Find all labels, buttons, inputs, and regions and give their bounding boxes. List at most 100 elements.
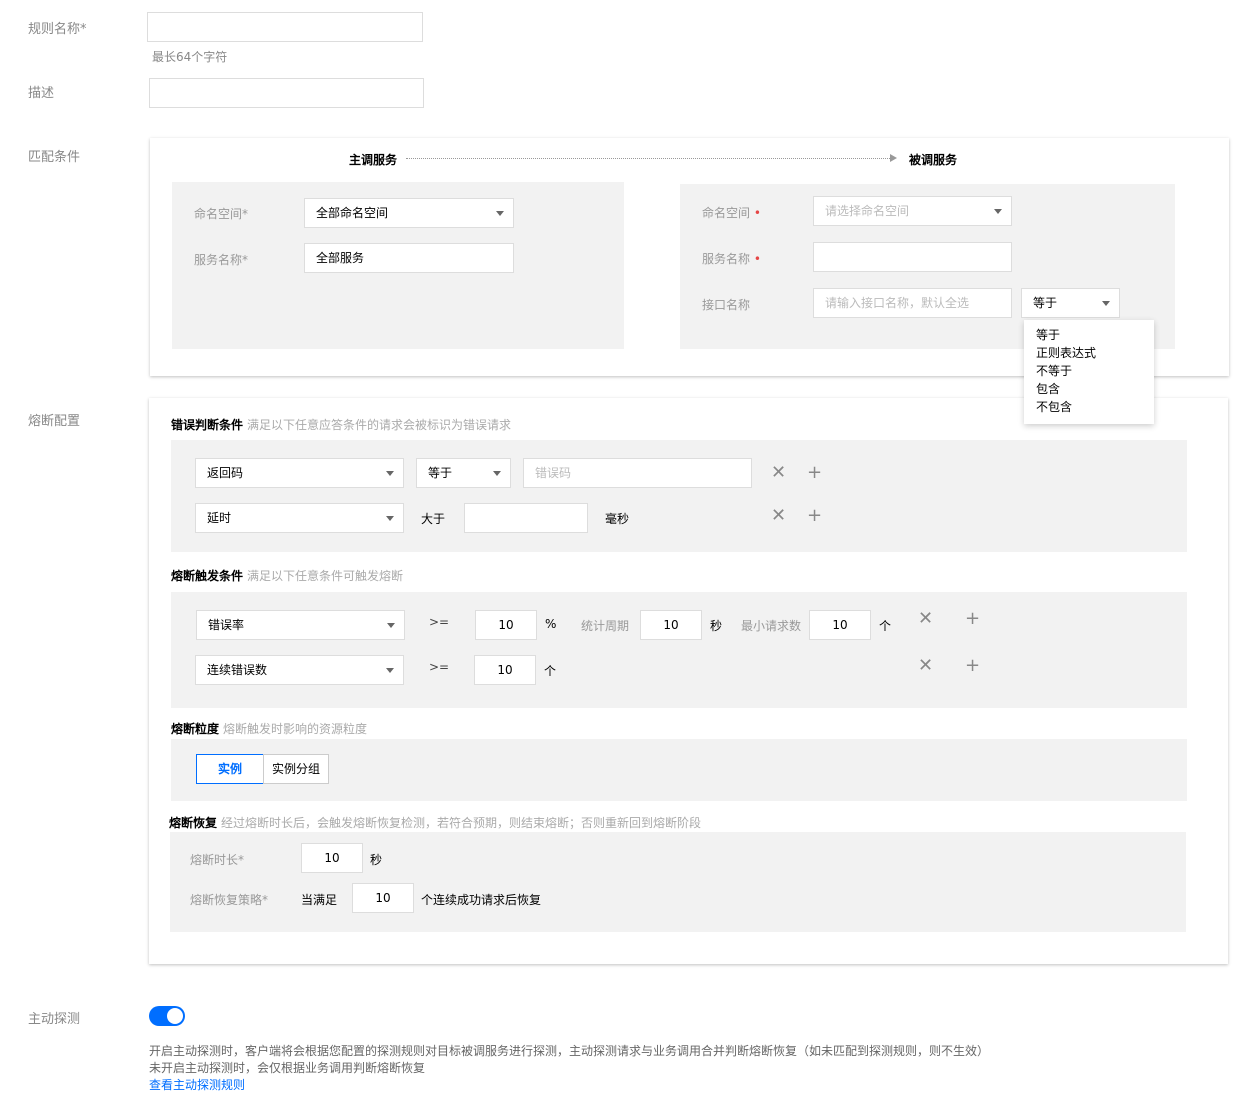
callee-namespace-select[interactable]: 请选择命名空间 [813, 196, 1012, 226]
chevron-down-icon [493, 471, 501, 476]
active-probe-link[interactable]: 查看主动探测规则 [149, 1076, 245, 1093]
min-requests-input[interactable]: 10 [809, 610, 871, 640]
operator-option[interactable]: 不等于 [1024, 362, 1154, 380]
recovery-title: 熔断恢复 经过熔断时长后，会触发熔断恢复检测，若符合预期，则结束熔断；否则重新回到… [169, 814, 701, 831]
caller-service-label: 服务名称* [194, 253, 249, 267]
caller-namespace-label: 命名空间* [194, 207, 249, 221]
callee-interface-label: 接口名称 [702, 298, 751, 312]
latency-input[interactable] [464, 503, 588, 533]
chevron-down-icon [386, 668, 394, 673]
recovery-title-text: 熔断恢复 [169, 816, 218, 830]
latency-operator: 大于 [421, 512, 446, 526]
chevron-down-icon [387, 623, 395, 628]
close-icon[interactable]: ✕ [918, 610, 933, 628]
error-cond-hint: 满足以下任意应答条件的请求会被标识为错误请求 [247, 418, 512, 432]
active-probe-desc-2: 未开启主动探测时，会仅根据业务调用判断熔断恢复 [149, 1061, 426, 1075]
arrow-right-icon [890, 154, 897, 162]
error-field-select[interactable]: 返回码 [195, 458, 404, 488]
latency-field-value: 延时 [207, 511, 232, 525]
close-icon[interactable]: ✕ [771, 507, 786, 525]
operator-option[interactable]: 正则表达式 [1024, 344, 1154, 362]
period-unit: 秒 [710, 619, 723, 633]
callee-service-input[interactable] [813, 242, 1012, 272]
error-cond-title-text: 错误判断条件 [171, 418, 244, 432]
consecutive-errors-op: >= [429, 660, 450, 674]
period-input[interactable]: 10 [640, 610, 702, 640]
recovery-hint: 经过熔断时长后，会触发熔断恢复检测，若符合预期，则结束熔断；否则重新回到熔断阶段 [221, 816, 702, 830]
error-code-input[interactable]: 错误码 [523, 458, 752, 488]
strategy-label: 熔断恢复策略* [190, 893, 269, 907]
active-probe-toggle[interactable] [149, 1006, 185, 1026]
operator-option[interactable]: 不包含 [1024, 398, 1154, 416]
duration-unit: 秒 [370, 853, 383, 867]
plus-icon[interactable]: + [965, 657, 980, 675]
plus-icon[interactable]: + [965, 610, 980, 628]
breaker-label: 熔断配置 [28, 414, 81, 429]
granularity-title: 熔断粒度 熔断触发时影响的资源粒度 [171, 720, 367, 737]
error-rate-select[interactable]: 错误率 [196, 610, 405, 640]
granularity-hint: 熔断触发时影响的资源粒度 [223, 722, 368, 736]
callee-namespace-placeholder: 请选择命名空间 [825, 204, 910, 218]
period-label: 统计周期 [581, 619, 630, 633]
trigger-title-text: 熔断触发条件 [171, 569, 244, 583]
strategy-input[interactable]: 10 [352, 883, 414, 913]
active-probe-desc-1: 开启主动探测时，客户端将会根据您配置的探测规则对目标被调服务进行探测，主动探测请… [149, 1044, 990, 1058]
consecutive-errors-value: 连续错误数 [207, 663, 268, 677]
caller-namespace-select[interactable]: 全部命名空间 [304, 198, 514, 228]
toggle-knob [167, 1008, 183, 1024]
granularity-panel: 实例 实例分组 [171, 739, 1187, 801]
chevron-down-icon [1102, 301, 1110, 306]
rule-name-label: 规则名称* [28, 22, 87, 37]
trigger-hint: 满足以下任意条件可触发熔断 [247, 569, 404, 583]
operator-option[interactable]: 等于 [1024, 326, 1154, 344]
callee-namespace-label: 命名空间 [702, 204, 761, 221]
error-operator-select[interactable]: 等于 [416, 458, 511, 488]
flow-arrow-line [406, 158, 892, 159]
rule-name-input[interactable] [147, 12, 423, 42]
description-input[interactable] [149, 78, 424, 108]
chevron-down-icon [386, 516, 394, 521]
plus-icon[interactable]: + [807, 464, 822, 482]
error-operator-value: 等于 [428, 466, 453, 480]
description-label: 描述 [28, 86, 55, 101]
close-icon[interactable]: ✕ [918, 657, 933, 675]
callee-title: 被调服务 [909, 153, 958, 167]
consecutive-errors-select[interactable]: 连续错误数 [195, 655, 404, 685]
consecutive-errors-input[interactable]: 10 [474, 655, 536, 685]
error-rate-value: 错误率 [208, 618, 245, 632]
duration-input[interactable]: 10 [301, 843, 363, 873]
active-probe-label: 主动探测 [28, 1012, 81, 1027]
callee-operator-select[interactable]: 等于 [1021, 288, 1120, 318]
close-icon[interactable]: ✕ [771, 464, 786, 482]
operator-option[interactable]: 包含 [1024, 380, 1154, 398]
caller-panel: 命名空间* 全部命名空间 服务名称* 全部服务 [172, 182, 624, 349]
callee-service-label: 服务名称 [702, 250, 761, 267]
chevron-down-icon [496, 211, 504, 216]
error-rate-op: >= [429, 615, 450, 629]
error-rate-input[interactable]: 10 [475, 610, 537, 640]
strategy-suffix: 个连续成功请求后恢复 [421, 893, 542, 907]
chevron-down-icon [994, 209, 1002, 214]
consecutive-errors-unit: 个 [544, 664, 557, 678]
error-cond-panel: 返回码 等于 错误码 ✕ + 延时 大于 毫秒 ✕ + [171, 440, 1187, 552]
recovery-panel: 熔断时长* 10 秒 熔断恢复策略* 当满足 10 个连续成功请求后恢复 [170, 832, 1186, 932]
granularity-group-button[interactable]: 实例分组 [263, 754, 329, 784]
latency-unit: 毫秒 [605, 512, 630, 526]
operator-dropdown-menu: 等于 正则表达式 不等于 包含 不包含 [1024, 320, 1154, 424]
chevron-down-icon [386, 471, 394, 476]
error-cond-title: 错误判断条件 满足以下任意应答条件的请求会被标识为错误请求 [171, 416, 511, 433]
caller-title: 主调服务 [349, 153, 398, 167]
granularity-instance-button[interactable]: 实例 [196, 754, 264, 784]
callee-interface-input[interactable]: 请输入接口名称，默认全选 [813, 288, 1012, 318]
trigger-title: 熔断触发条件 满足以下任意条件可触发熔断 [171, 567, 403, 584]
min-requests-label: 最小请求数 [741, 619, 802, 633]
min-requests-unit: 个 [879, 619, 892, 633]
error-rate-unit: % [545, 617, 557, 631]
plus-icon[interactable]: + [807, 507, 822, 525]
caller-service-input[interactable]: 全部服务 [304, 243, 514, 273]
latency-field-select[interactable]: 延时 [195, 503, 404, 533]
trigger-panel: 错误率 >= 10 % 统计周期 10 秒 最小请求数 10 个 ✕ + 连续错… [171, 592, 1187, 708]
rule-name-hint: 最长64个字符 [152, 50, 228, 64]
duration-label: 熔断时长* [190, 853, 245, 867]
strategy-prefix: 当满足 [301, 893, 338, 907]
